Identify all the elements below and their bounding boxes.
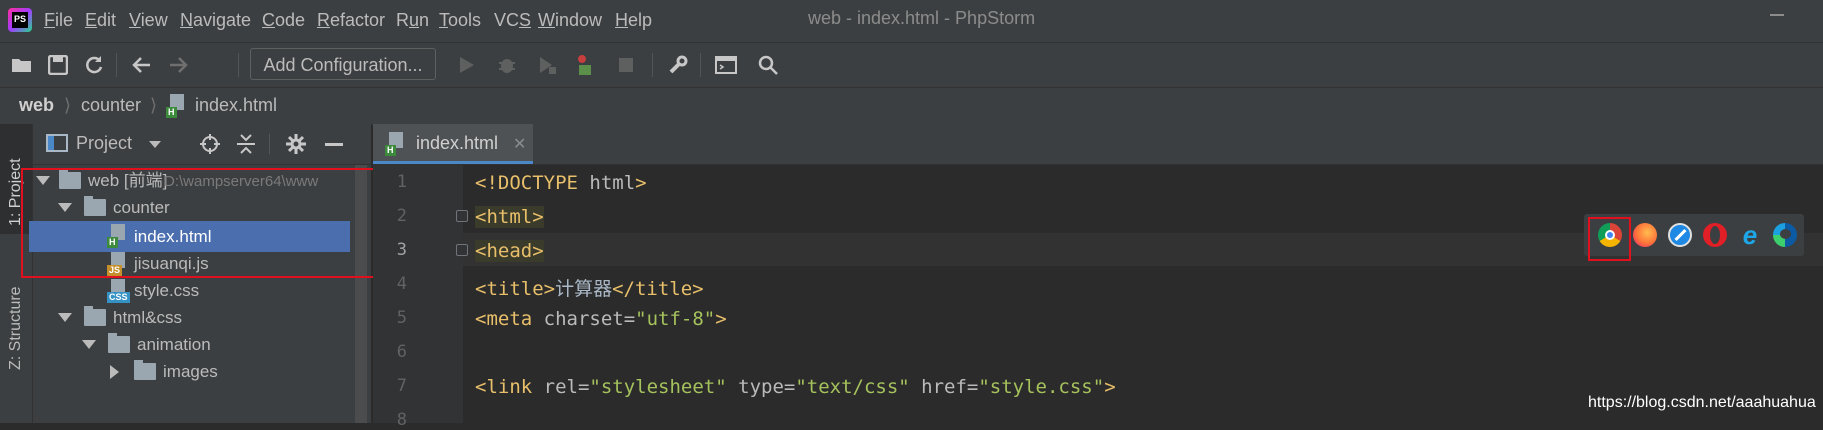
menu-edit[interactable]: Edit (85, 10, 116, 31)
expand-arrow-icon[interactable] (110, 365, 119, 379)
annotation-box (1588, 217, 1631, 261)
breadcrumb-web[interactable]: web (19, 95, 54, 116)
line-number: 5 (396, 308, 407, 328)
collapse-all-icon[interactable] (236, 133, 256, 160)
editor-tab-bar: H index.html ✕ (373, 124, 1823, 165)
opera-icon[interactable] (1703, 223, 1727, 247)
wrench-settings-icon[interactable] (664, 51, 692, 79)
stop-icon[interactable] (612, 51, 640, 79)
menu-navigate[interactable]: Navigate (180, 10, 251, 31)
menu-file[interactable]: File (44, 10, 73, 31)
expand-arrow-icon[interactable] (58, 313, 72, 322)
line-number: 6 (396, 342, 407, 362)
line-number: 7 (396, 376, 407, 396)
coverage-icon[interactable] (533, 51, 561, 79)
back-arrow-icon[interactable] (128, 51, 156, 79)
firefox-icon[interactable] (1633, 223, 1657, 247)
close-tab-icon[interactable]: ✕ (513, 134, 526, 154)
save-icon[interactable] (44, 51, 72, 79)
menu-bar: PS File Edit View Navigate Code Refactor… (0, 0, 1823, 42)
watermark: https://blog.csdn.net/aaahuahua (1588, 394, 1816, 411)
forward-arrow-icon[interactable] (164, 51, 192, 79)
run-icon[interactable] (453, 51, 481, 79)
code-line-7: <link rel="stylesheet" type="text/css" h… (475, 376, 1116, 398)
window-title: web - index.html - PhpStorm (808, 8, 1036, 28)
gear-icon[interactable] (285, 133, 307, 160)
breadcrumb-index-html[interactable]: index.html (195, 95, 277, 116)
menu-tools[interactable]: Tools (439, 10, 481, 31)
code-line-4: <title>计算器</title> (475, 278, 704, 300)
folder-icon (108, 333, 130, 353)
terminal-window-icon[interactable] (712, 51, 740, 79)
menu-run[interactable]: Run (396, 10, 429, 31)
project-view-selector[interactable]: Project (76, 133, 132, 154)
main-toolbar: Add Configuration... (0, 42, 1823, 87)
line-number: 1 (396, 172, 407, 192)
folder-icon (84, 306, 106, 326)
open-folder-icon[interactable] (8, 51, 36, 79)
html-file-icon: H (166, 94, 188, 118)
breadcrumb: web ⟩ counter ⟩ H index.html (0, 87, 1823, 125)
code-line-1: <!DOCTYPE html> (475, 172, 647, 194)
code-line-2: <html> (475, 206, 544, 228)
tab-index-html[interactable]: H index.html ✕ (373, 124, 533, 164)
sync-icon[interactable] (80, 51, 108, 79)
line-number: 2 (396, 206, 407, 226)
project-view-icon (46, 134, 68, 152)
safari-icon[interactable] (1668, 223, 1692, 247)
html-file-icon: H (385, 132, 407, 156)
expand-arrow-icon[interactable] (82, 340, 96, 349)
menu-vcs[interactable]: VCS (494, 10, 531, 31)
breadcrumb-counter[interactable]: counter (81, 95, 141, 116)
phpstorm-logo-icon: PS (8, 8, 32, 32)
line-number: 8 (396, 410, 407, 430)
code-lines: <!DOCTYPE html> <html> <head> <title>计算器… (463, 165, 1823, 423)
annotation-box (21, 168, 377, 278)
add-configuration-button[interactable]: Add Configuration... (250, 48, 436, 80)
line-number: 4 (396, 274, 407, 294)
tree-item-images[interactable]: images (33, 356, 371, 387)
menu-window[interactable]: Window (538, 10, 602, 31)
menu-code[interactable]: Code (262, 10, 305, 31)
css-file-icon: CSS (107, 279, 130, 303)
code-line-3: <head> (475, 240, 544, 262)
tool-window-structure[interactable]: Z: Structure (7, 286, 25, 370)
folder-icon (134, 360, 156, 380)
hide-panel-icon[interactable] (325, 143, 343, 146)
code-line-5: <meta charset="utf-8"> (475, 308, 727, 330)
menu-refactor[interactable]: Refactor (317, 10, 385, 31)
profile-icon[interactable] (572, 51, 600, 79)
menu-view[interactable]: View (129, 10, 168, 31)
breadcrumb-separator-icon: ⟩ (150, 95, 158, 115)
internet-explorer-icon[interactable]: e (1738, 222, 1762, 248)
menu-help[interactable]: Help (615, 10, 652, 31)
chevron-down-icon[interactable] (149, 141, 161, 148)
line-number-gutter: 1 2 3 4 5 6 7 8 (373, 165, 463, 430)
project-panel-header: Project (33, 124, 371, 165)
breadcrumb-separator-icon: ⟩ (64, 95, 72, 115)
locate-file-icon[interactable] (199, 133, 221, 160)
line-number: 3 (396, 240, 407, 260)
debug-icon[interactable] (493, 51, 521, 79)
edge-icon[interactable] (1773, 223, 1797, 247)
search-icon[interactable] (754, 51, 782, 79)
minimize-button[interactable] (1770, 14, 1784, 16)
